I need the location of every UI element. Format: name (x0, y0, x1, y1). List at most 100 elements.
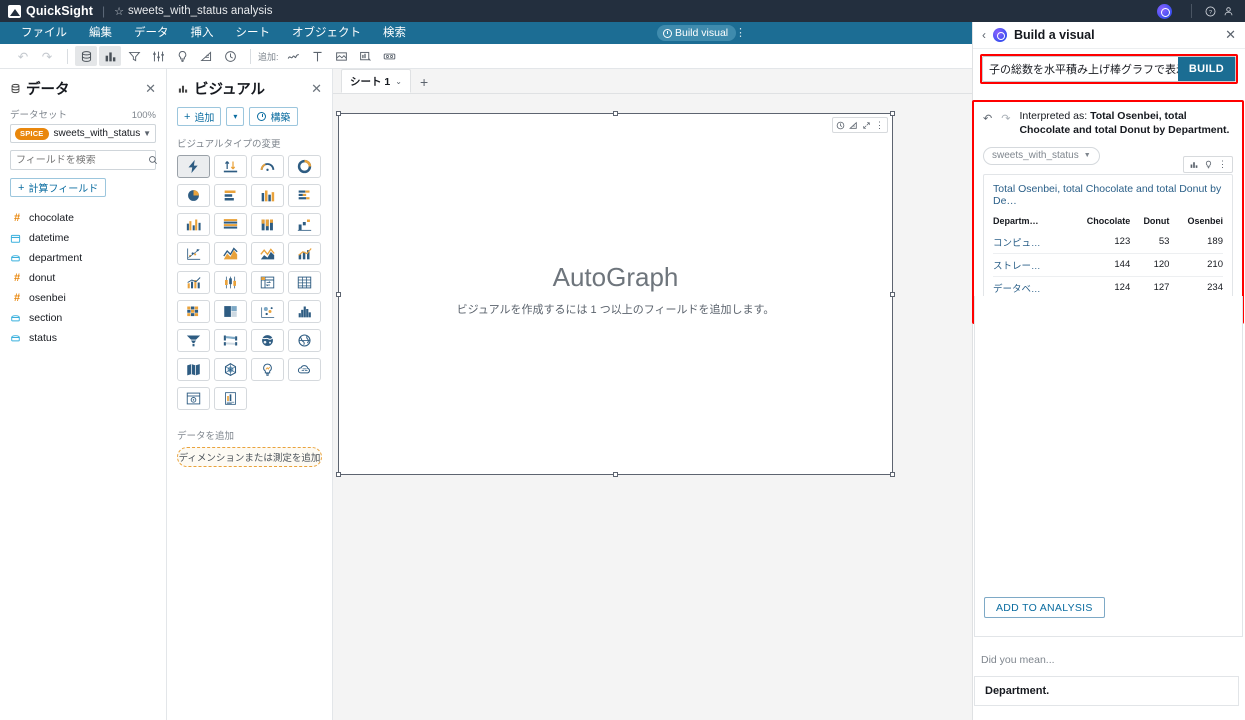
visual-type-geospatial-map[interactable] (177, 358, 210, 381)
menu-item-insert[interactable]: 挿入 (180, 22, 225, 44)
menu-item-object[interactable]: オブジェクト (281, 22, 372, 44)
actions-icon[interactable] (836, 121, 845, 130)
resize-handle-s[interactable] (613, 472, 618, 477)
resize-handle-ne[interactable] (890, 111, 895, 116)
visual-type-funnel-chart[interactable] (177, 329, 210, 352)
field-drop-zone[interactable]: ディメンションまたは測定を追加 (177, 447, 322, 467)
actions-icon[interactable] (219, 46, 241, 66)
field-item-section[interactable]: section (10, 308, 156, 328)
menu-item-edit[interactable]: 編集 (78, 22, 123, 44)
build-visual-button[interactable]: Build visual (657, 25, 737, 41)
account-icon[interactable] (1219, 2, 1237, 20)
visual-type-waterfall-chart[interactable] (288, 213, 321, 236)
chevron-down-icon[interactable]: ⌄ (395, 77, 402, 86)
undo-icon[interactable]: ↶ (983, 112, 992, 125)
add-visual-icon[interactable] (283, 46, 305, 66)
field-search-box[interactable] (10, 150, 158, 170)
column-header-osenbei[interactable]: Osenbei (1169, 216, 1223, 231)
visual-type-donut-chart[interactable] (288, 155, 321, 178)
visual-type-insight[interactable] (251, 358, 284, 381)
q-search-bar[interactable]: 子の総数を水平積み上げ棒グラフで表示して BUILD (982, 56, 1236, 82)
field-search-input[interactable] (16, 154, 148, 166)
close-icon[interactable]: ✕ (145, 81, 156, 97)
visual-type-scatter-plot[interactable] (177, 242, 210, 265)
visual-type-gauge[interactable] (251, 155, 284, 178)
field-item-donut[interactable]: # donut (10, 268, 156, 288)
format-icon[interactable] (849, 121, 858, 130)
visual-type-box-plot[interactable] (214, 271, 247, 294)
did-you-mean-item[interactable]: Department. (974, 676, 1239, 706)
close-icon[interactable]: ✕ (311, 81, 322, 97)
visual-menu-icon[interactable]: ⋮ (875, 120, 884, 131)
close-icon[interactable]: ✕ (1225, 27, 1236, 43)
redo-icon[interactable]: ↷ (36, 46, 58, 66)
menu-item-file[interactable]: ファイル (10, 22, 78, 44)
visual-type-tree-map[interactable] (214, 300, 247, 323)
add-calculated-field-button[interactable]: + 計算フィールド (10, 178, 107, 197)
visual-type-clustered-bar-chart[interactable] (177, 213, 210, 236)
column-header-donut[interactable]: Donut (1130, 216, 1169, 231)
resize-handle-w[interactable] (336, 292, 341, 297)
insight-bulb-icon[interactable] (1204, 160, 1213, 169)
visual-type-combo-chart[interactable] (288, 242, 321, 265)
visual-type-horizontal-stacked-bar-chart[interactable] (288, 184, 321, 207)
build-panel-button[interactable]: 構築 (249, 107, 299, 126)
add-sheet-button[interactable]: + (420, 74, 428, 90)
parameters-icon[interactable] (147, 46, 169, 66)
visual-type-heat-map[interactable] (177, 300, 210, 323)
themes-icon[interactable] (195, 46, 217, 66)
dataset-icon[interactable] (75, 46, 97, 66)
visual-type-filled-map[interactable] (288, 329, 321, 352)
add-to-analysis-button[interactable]: ADD TO ANALYSIS (984, 597, 1105, 618)
add-text-icon[interactable] (307, 46, 329, 66)
field-item-osenbei[interactable]: # osenbei (10, 288, 156, 308)
sheet-tab-1[interactable]: シート 1 ⌄ (341, 69, 411, 93)
add-control-icon[interactable] (379, 46, 401, 66)
star-icon[interactable]: ☆ (114, 5, 124, 18)
column-header-department[interactable]: Departm… (993, 216, 1065, 231)
add-visual-dropdown[interactable]: ▾ (226, 107, 245, 126)
visual-type-histogram[interactable] (288, 300, 321, 323)
q-search-input[interactable]: 子の総数を水平積み上げ棒グラフで表示して (983, 61, 1178, 77)
resize-handle-se[interactable] (890, 472, 895, 477)
visual-type-area-line-chart[interactable] (214, 242, 247, 265)
visual-type-word-cloud[interactable] (288, 358, 321, 381)
visual-type-horizontal-bar-chart[interactable] (214, 184, 247, 207)
visual-type-custom-visual[interactable] (177, 387, 210, 410)
column-header-chocolate[interactable]: Chocolate (1065, 216, 1131, 231)
dataset-select[interactable]: SPICE sweets_with_status ▼ (10, 124, 156, 143)
autograph-visual[interactable]: ⋮ AutoGraph ビジュアルを作成するには 1 つ以上のフィールドを追加し… (336, 111, 895, 477)
back-chevron-icon[interactable]: ‹ (982, 28, 986, 42)
field-item-chocolate[interactable]: # chocolate (10, 208, 156, 228)
table-row[interactable]: ストレー… 144 120 210 (993, 253, 1223, 277)
visual-type-table[interactable] (288, 271, 321, 294)
field-item-status[interactable]: status (10, 328, 156, 348)
add-visual-button[interactable]: + 追加 (177, 107, 222, 126)
visual-type-pie-chart[interactable] (177, 184, 210, 207)
visual-type-stacked-horizontal-bar[interactable] (214, 213, 247, 236)
visual-type-vertical-bar-chart[interactable] (251, 184, 284, 207)
visual-type-radar-chart[interactable] (214, 358, 247, 381)
table-row[interactable]: コンピュ… 123 53 189 (993, 230, 1223, 254)
quicksight-q-icon[interactable] (1157, 3, 1172, 19)
resize-handle-n[interactable] (613, 111, 618, 116)
field-item-department[interactable]: department (10, 248, 156, 268)
visual-type-pivot-table[interactable] (251, 271, 284, 294)
visual-type-stacked-area-chart[interactable] (251, 242, 284, 265)
help-icon[interactable]: ? (1201, 2, 1219, 20)
visual-type-text-box[interactable] (214, 387, 247, 410)
insights-icon[interactable] (171, 46, 193, 66)
redo-icon[interactable]: ↷ (1001, 112, 1010, 125)
maximize-icon[interactable] (862, 121, 871, 130)
menubar-overflow-icon[interactable]: ⋮ (735, 26, 746, 39)
visual-type-line-bar-combo[interactable] (177, 271, 210, 294)
add-image-icon[interactable] (331, 46, 353, 66)
visual-type-stacked-vertical-bar[interactable] (251, 213, 284, 236)
resize-handle-nw[interactable] (336, 111, 341, 116)
analysis-title[interactable]: sweets_with_status analysis (128, 5, 272, 17)
menu-item-sheet[interactable]: シート (225, 22, 282, 44)
card-menu-icon[interactable]: ⋮ (1218, 159, 1227, 170)
visual-type-points-on-map[interactable] (251, 329, 284, 352)
q-dataset-chip[interactable]: sweets_with_status ▼ (983, 146, 1100, 165)
visual-type-network-diagram[interactable] (251, 300, 284, 323)
